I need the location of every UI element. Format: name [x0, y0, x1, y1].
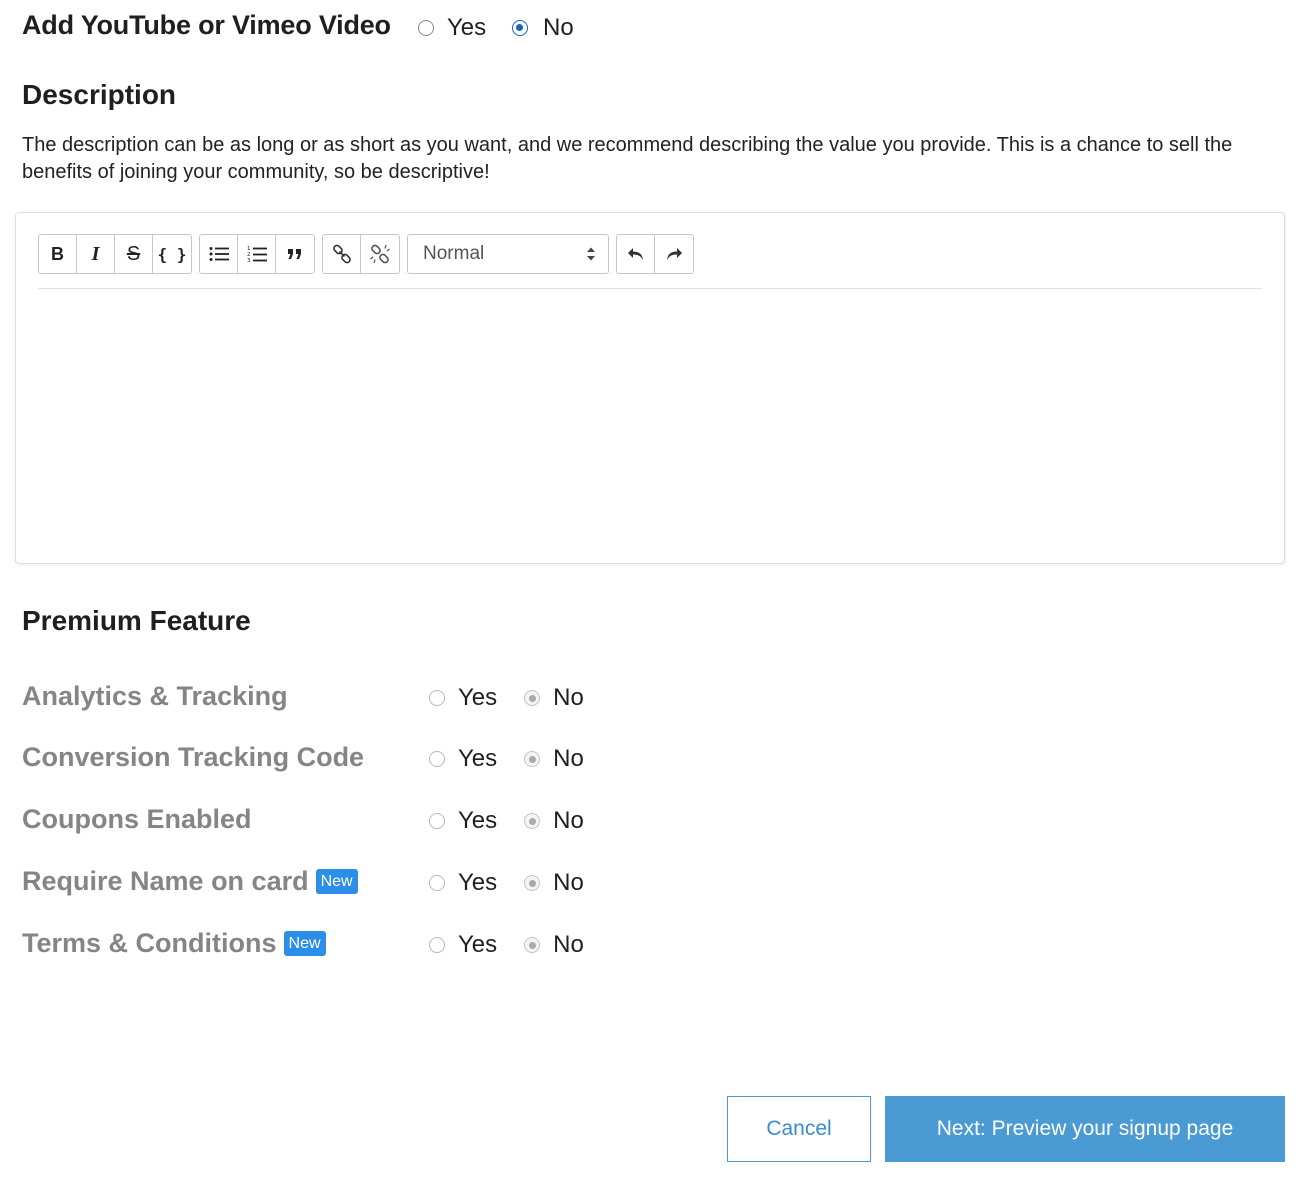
yes-label: Yes	[458, 931, 498, 958]
no-label: No	[553, 807, 584, 834]
svg-text:3: 3	[247, 258, 251, 263]
feature-label-text: Conversion Tracking Code	[22, 742, 365, 772]
code-block-button[interactable]: { }	[153, 235, 191, 273]
description-editor: B I S { } 1 2 3 Normal	[15, 212, 1285, 564]
video-no-radio[interactable]	[512, 20, 528, 36]
link-button[interactable]	[323, 235, 361, 273]
feature-radios-analytics: Yes No	[429, 684, 584, 712]
coupons-no-radio[interactable]	[524, 813, 541, 829]
coupons-yes-radio[interactable]	[429, 813, 445, 829]
feature-radios-name-on-card: Yes No	[429, 869, 584, 897]
name-on-card-no-radio[interactable]	[524, 875, 541, 891]
new-badge: New	[283, 931, 326, 956]
feature-radios-coupons: Yes No	[429, 807, 584, 835]
video-yes-radio[interactable]	[418, 20, 434, 36]
next-preview-button[interactable]: Next: Preview your signup page	[885, 1096, 1285, 1162]
feature-label-text: Require Name on card	[22, 866, 309, 896]
feature-label-text: Analytics & Tracking	[22, 681, 288, 711]
unlink-icon	[370, 244, 390, 264]
no-label: No	[553, 684, 584, 711]
terms-no-radio[interactable]	[524, 937, 541, 953]
name-on-card-yes-radio[interactable]	[429, 875, 445, 891]
blockquote-icon	[288, 249, 301, 259]
select-arrows-icon	[587, 247, 595, 261]
yes-label: Yes	[458, 684, 498, 711]
feature-label-text: Coupons Enabled	[22, 804, 252, 834]
feature-label-name-on-card: Require Name on card New	[22, 866, 358, 897]
description-title: Description	[22, 79, 177, 110]
terms-yes-option[interactable]: Yes	[429, 931, 497, 959]
ordered-list-icon: 1 2 3	[247, 246, 267, 263]
analytics-yes-radio[interactable]	[429, 690, 445, 706]
yes-label: Yes	[458, 745, 498, 772]
video-yes-label: Yes	[447, 14, 487, 41]
terms-yes-radio[interactable]	[429, 937, 445, 953]
link-icon	[332, 244, 351, 264]
terms-no-option[interactable]: No	[524, 931, 584, 959]
analytics-no-option[interactable]: No	[524, 684, 584, 712]
name-on-card-no-option[interactable]: No	[524, 869, 584, 897]
redo-button[interactable]	[655, 235, 693, 273]
video-setting-label: Add YouTube or Vimeo Video	[22, 10, 391, 40]
no-label: No	[553, 869, 584, 896]
feature-radios-terms: Yes No	[429, 931, 584, 959]
new-badge: New	[315, 869, 358, 894]
conversion-no-radio[interactable]	[524, 751, 541, 767]
coupons-no-option[interactable]: No	[524, 807, 584, 835]
history-group	[616, 234, 694, 274]
premium-feature-title: Premium Feature	[22, 605, 251, 636]
no-label: No	[553, 931, 584, 958]
conversion-no-option[interactable]: No	[524, 745, 584, 773]
bold-icon: B	[51, 243, 64, 264]
strikethrough-button[interactable]: S	[115, 235, 153, 273]
no-label: No	[553, 745, 584, 772]
yes-label: Yes	[458, 869, 498, 896]
toolbar-divider	[38, 288, 1262, 289]
code-block-icon: { }	[157, 244, 187, 264]
feature-label-coupons: Coupons Enabled	[22, 804, 252, 835]
block-style-group: 1 2 3	[199, 234, 315, 274]
bullet-list-icon	[209, 247, 229, 261]
cancel-button[interactable]: Cancel	[727, 1096, 871, 1162]
analytics-no-radio[interactable]	[524, 690, 541, 706]
video-yes-option[interactable]: Yes	[418, 14, 486, 42]
link-group	[322, 234, 400, 274]
coupons-yes-option[interactable]: Yes	[429, 807, 497, 835]
ordered-list-button[interactable]: 1 2 3	[238, 235, 276, 273]
video-no-label: No	[543, 14, 574, 41]
text-format-select[interactable]: Normal	[407, 234, 609, 274]
text-style-group: B I S { }	[38, 234, 192, 274]
feature-label-analytics: Analytics & Tracking	[22, 681, 288, 712]
editor-content-area[interactable]	[38, 293, 1262, 553]
feature-label-text: Terms & Conditions	[22, 928, 277, 958]
strikethrough-icon: S	[126, 242, 141, 265]
italic-button[interactable]: I	[77, 235, 115, 273]
bullet-list-button[interactable]	[200, 235, 238, 273]
conversion-yes-option[interactable]: Yes	[429, 745, 497, 773]
analytics-yes-option[interactable]: Yes	[429, 684, 497, 712]
redo-icon	[667, 248, 682, 260]
undo-button[interactable]	[617, 235, 655, 273]
conversion-yes-radio[interactable]	[429, 751, 445, 767]
feature-radios-conversion: Yes No	[429, 745, 584, 773]
text-format-value: Normal	[423, 243, 485, 264]
undo-icon	[627, 248, 643, 260]
italic-icon: I	[91, 242, 100, 265]
description-help-text: The description can be as long or as sho…	[22, 134, 1233, 183]
feature-label-conversion: Conversion Tracking Code	[22, 742, 364, 773]
video-no-option[interactable]: No	[512, 14, 574, 42]
bold-button[interactable]: B	[39, 235, 77, 273]
yes-label: Yes	[458, 807, 498, 834]
blockquote-button[interactable]	[276, 235, 314, 273]
feature-label-terms: Terms & Conditions New	[22, 928, 326, 959]
editor-toolbar: B I S { } 1 2 3 Normal	[38, 234, 701, 274]
unlink-button[interactable]	[361, 235, 399, 273]
name-on-card-yes-option[interactable]: Yes	[429, 869, 497, 897]
